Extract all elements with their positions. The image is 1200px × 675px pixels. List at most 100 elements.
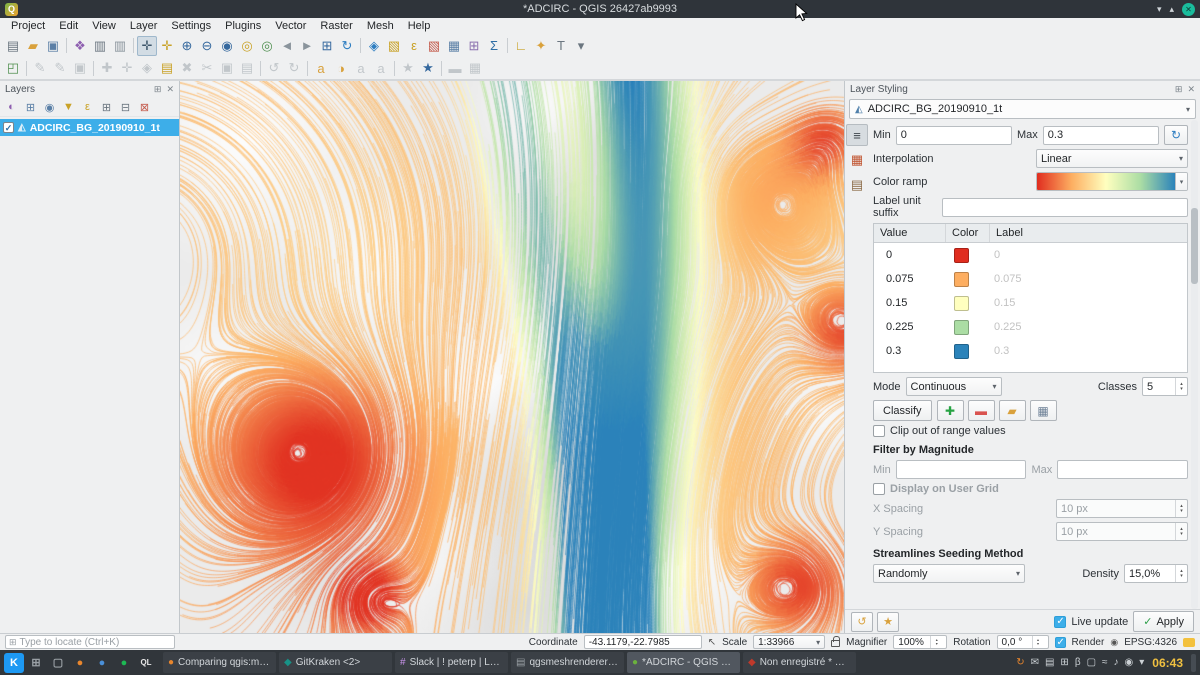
zoom-last-button[interactable]: ◄ [277,36,297,56]
color-swatch[interactable] [954,272,969,287]
menu-view[interactable]: View [85,19,123,33]
text-annotation-button[interactable]: T [551,36,571,56]
open-project-button[interactable]: ▰ [23,36,43,56]
close-panel-icon[interactable]: ✕ [166,84,174,95]
style-history-button[interactable]: ↺ [851,612,873,632]
value-table-row[interactable]: 0.150.15 [874,291,1187,315]
map-canvas[interactable] [180,81,844,633]
close-icon[interactable]: ✕ [1182,3,1195,16]
filter-max-input[interactable] [1057,460,1188,479]
load-ramp-button[interactable]: ▰ [999,400,1026,421]
magnifier-spinner[interactable]: 100% ▴▾ [893,635,947,649]
density-spinner[interactable]: 15,0% ▴▾ [1124,564,1188,583]
crs-label[interactable]: EPSG:4326 [1124,637,1177,648]
tab-contours[interactable]: ▦ [846,149,868,171]
firefox-launcher[interactable]: ● [70,653,90,673]
menu-layer[interactable]: Layer [123,19,165,33]
color-swatch[interactable] [954,296,969,311]
menu-plugins[interactable]: Plugins [218,19,268,33]
select-by-expression-button[interactable]: ε [404,36,424,56]
color-ramp-combo[interactable]: ▾ [1036,172,1188,191]
value-table-row[interactable]: 00 [874,243,1187,267]
menu-edit[interactable]: Edit [52,19,85,33]
value-cell[interactable]: 0.15 [874,297,946,309]
menu-help[interactable]: Help [401,19,438,33]
menu-raster[interactable]: Raster [313,19,359,33]
value-column-header[interactable]: Value [874,224,946,242]
save-ramp-button[interactable]: ▦ [1030,400,1057,421]
value-table-row[interactable]: 0.2250.225 [874,315,1187,339]
user-grid-checkbox[interactable] [873,483,885,495]
styling-layer-combo[interactable]: ◭ ADCIRC_BG_20190910_1t ▾ [849,99,1196,119]
manage-map-themes-button[interactable]: ◉ [41,99,58,115]
layer-diagrams-button[interactable]: ◑ [331,58,351,78]
software-updates-icon[interactable]: ↻ [1016,658,1024,668]
bluetooth-icon[interactable]: β [1075,658,1081,668]
cursor-position-icon[interactable]: ↖ [708,637,716,648]
label-cell[interactable]: 0.075 [990,273,1187,285]
maximize-icon[interactable]: ▴ [1169,5,1174,14]
zoom-full-extent-button[interactable]: ◉ [217,36,237,56]
layout-manager-button[interactable]: ▥ [110,36,130,56]
apply-button[interactable]: ✓ Apply [1133,611,1194,632]
task-firefox[interactable]: ●Comparing qgis:mast... [163,652,276,673]
volume-icon[interactable]: ♪ [1114,658,1119,668]
min-input[interactable]: 0 [896,126,1012,145]
filter-min-input[interactable] [896,460,1027,479]
pan-map-button[interactable]: ✛ [137,36,157,56]
color-swatch[interactable] [954,248,969,263]
scrollbar-thumb[interactable] [1191,208,1198,284]
color-column-header[interactable]: Color [946,224,990,242]
menu-settings[interactable]: Settings [164,19,218,33]
style-favorites-button[interactable]: ★ [877,612,899,632]
color-swatch[interactable] [954,320,969,335]
clock[interactable]: 06:43 [1152,656,1183,670]
new-project-button[interactable]: ▤ [3,36,23,56]
mode-combo[interactable]: Continuous ▾ [906,377,1002,396]
max-input[interactable]: 0.3 [1043,126,1159,145]
minimize-icon[interactable]: ▾ [1157,5,1162,14]
kde-menu-launcher[interactable]: K [4,653,24,673]
map-tips-button[interactable]: ✦ [531,36,551,56]
filter-legend-button[interactable]: ▼ [60,99,77,115]
open-data-source-manager-button[interactable]: ◰ [3,58,23,78]
mic-icon[interactable]: ◉ [1125,658,1134,668]
messages-bubble-icon[interactable] [1183,638,1195,647]
label-column-header[interactable]: Label [990,224,1187,242]
messages-icon[interactable]: ✉ [1031,658,1039,668]
task-qgis[interactable]: ●*ADCIRC - QGIS 26427... [627,652,740,673]
undock-panel-icon[interactable]: ⊞ [154,84,162,95]
save-project-button[interactable]: ▣ [43,36,63,56]
layer-labeling-button[interactable]: a [311,58,331,78]
pan-to-selection-button[interactable]: ✛ [157,36,177,56]
show-desktop-launcher[interactable]: ▢ [48,653,68,673]
select-features-button[interactable]: ▧ [384,36,404,56]
network-icon[interactable]: ≈ [1102,658,1108,668]
label-unit-suffix-input[interactable] [942,198,1188,217]
deselect-features-button[interactable]: ▧ [424,36,444,56]
locator-input[interactable]: ⊞ Type to locate (Ctrl+K) [5,635,175,649]
expand-all-button[interactable]: ⊞ [98,99,115,115]
rotation-spinner[interactable]: 0,0 ° ▴▾ [997,635,1049,649]
zoom-next-button[interactable]: ► [297,36,317,56]
layer-tree-item[interactable]: ✓ ◭ ADCIRC_BG_20190910_1t [0,119,179,136]
zoom-out-button[interactable]: ⊖ [197,36,217,56]
task-spyder[interactable]: ◆Non enregistré * — Sp... [743,652,856,673]
menu-mesh[interactable]: Mesh [360,19,401,33]
field-calculator-button[interactable]: ⊞ [464,36,484,56]
pager-launcher[interactable]: ⊞ [26,653,46,673]
multiedit-attributes-button[interactable]: ▤ [157,58,177,78]
undock-styling-icon[interactable]: ⊞ [1175,84,1183,95]
value-table-row[interactable]: 0.0750.075 [874,267,1187,291]
open-attribute-table-button[interactable]: ▦ [444,36,464,56]
panel-scrollbar[interactable] [1191,120,1198,609]
clip-checkbox[interactable] [873,425,885,437]
filter-by-expression-button[interactable]: ε [79,99,96,115]
ql-app-launcher[interactable]: QL [136,653,156,673]
remove-class-button[interactable]: ▬ [968,400,995,421]
panel-toggle[interactable] [1191,654,1196,672]
color-swatch[interactable] [954,344,969,359]
statistical-summary-button[interactable]: Σ [484,36,504,56]
add-group-button[interactable]: ⊞ [22,99,39,115]
value-cell[interactable]: 0 [874,249,946,261]
